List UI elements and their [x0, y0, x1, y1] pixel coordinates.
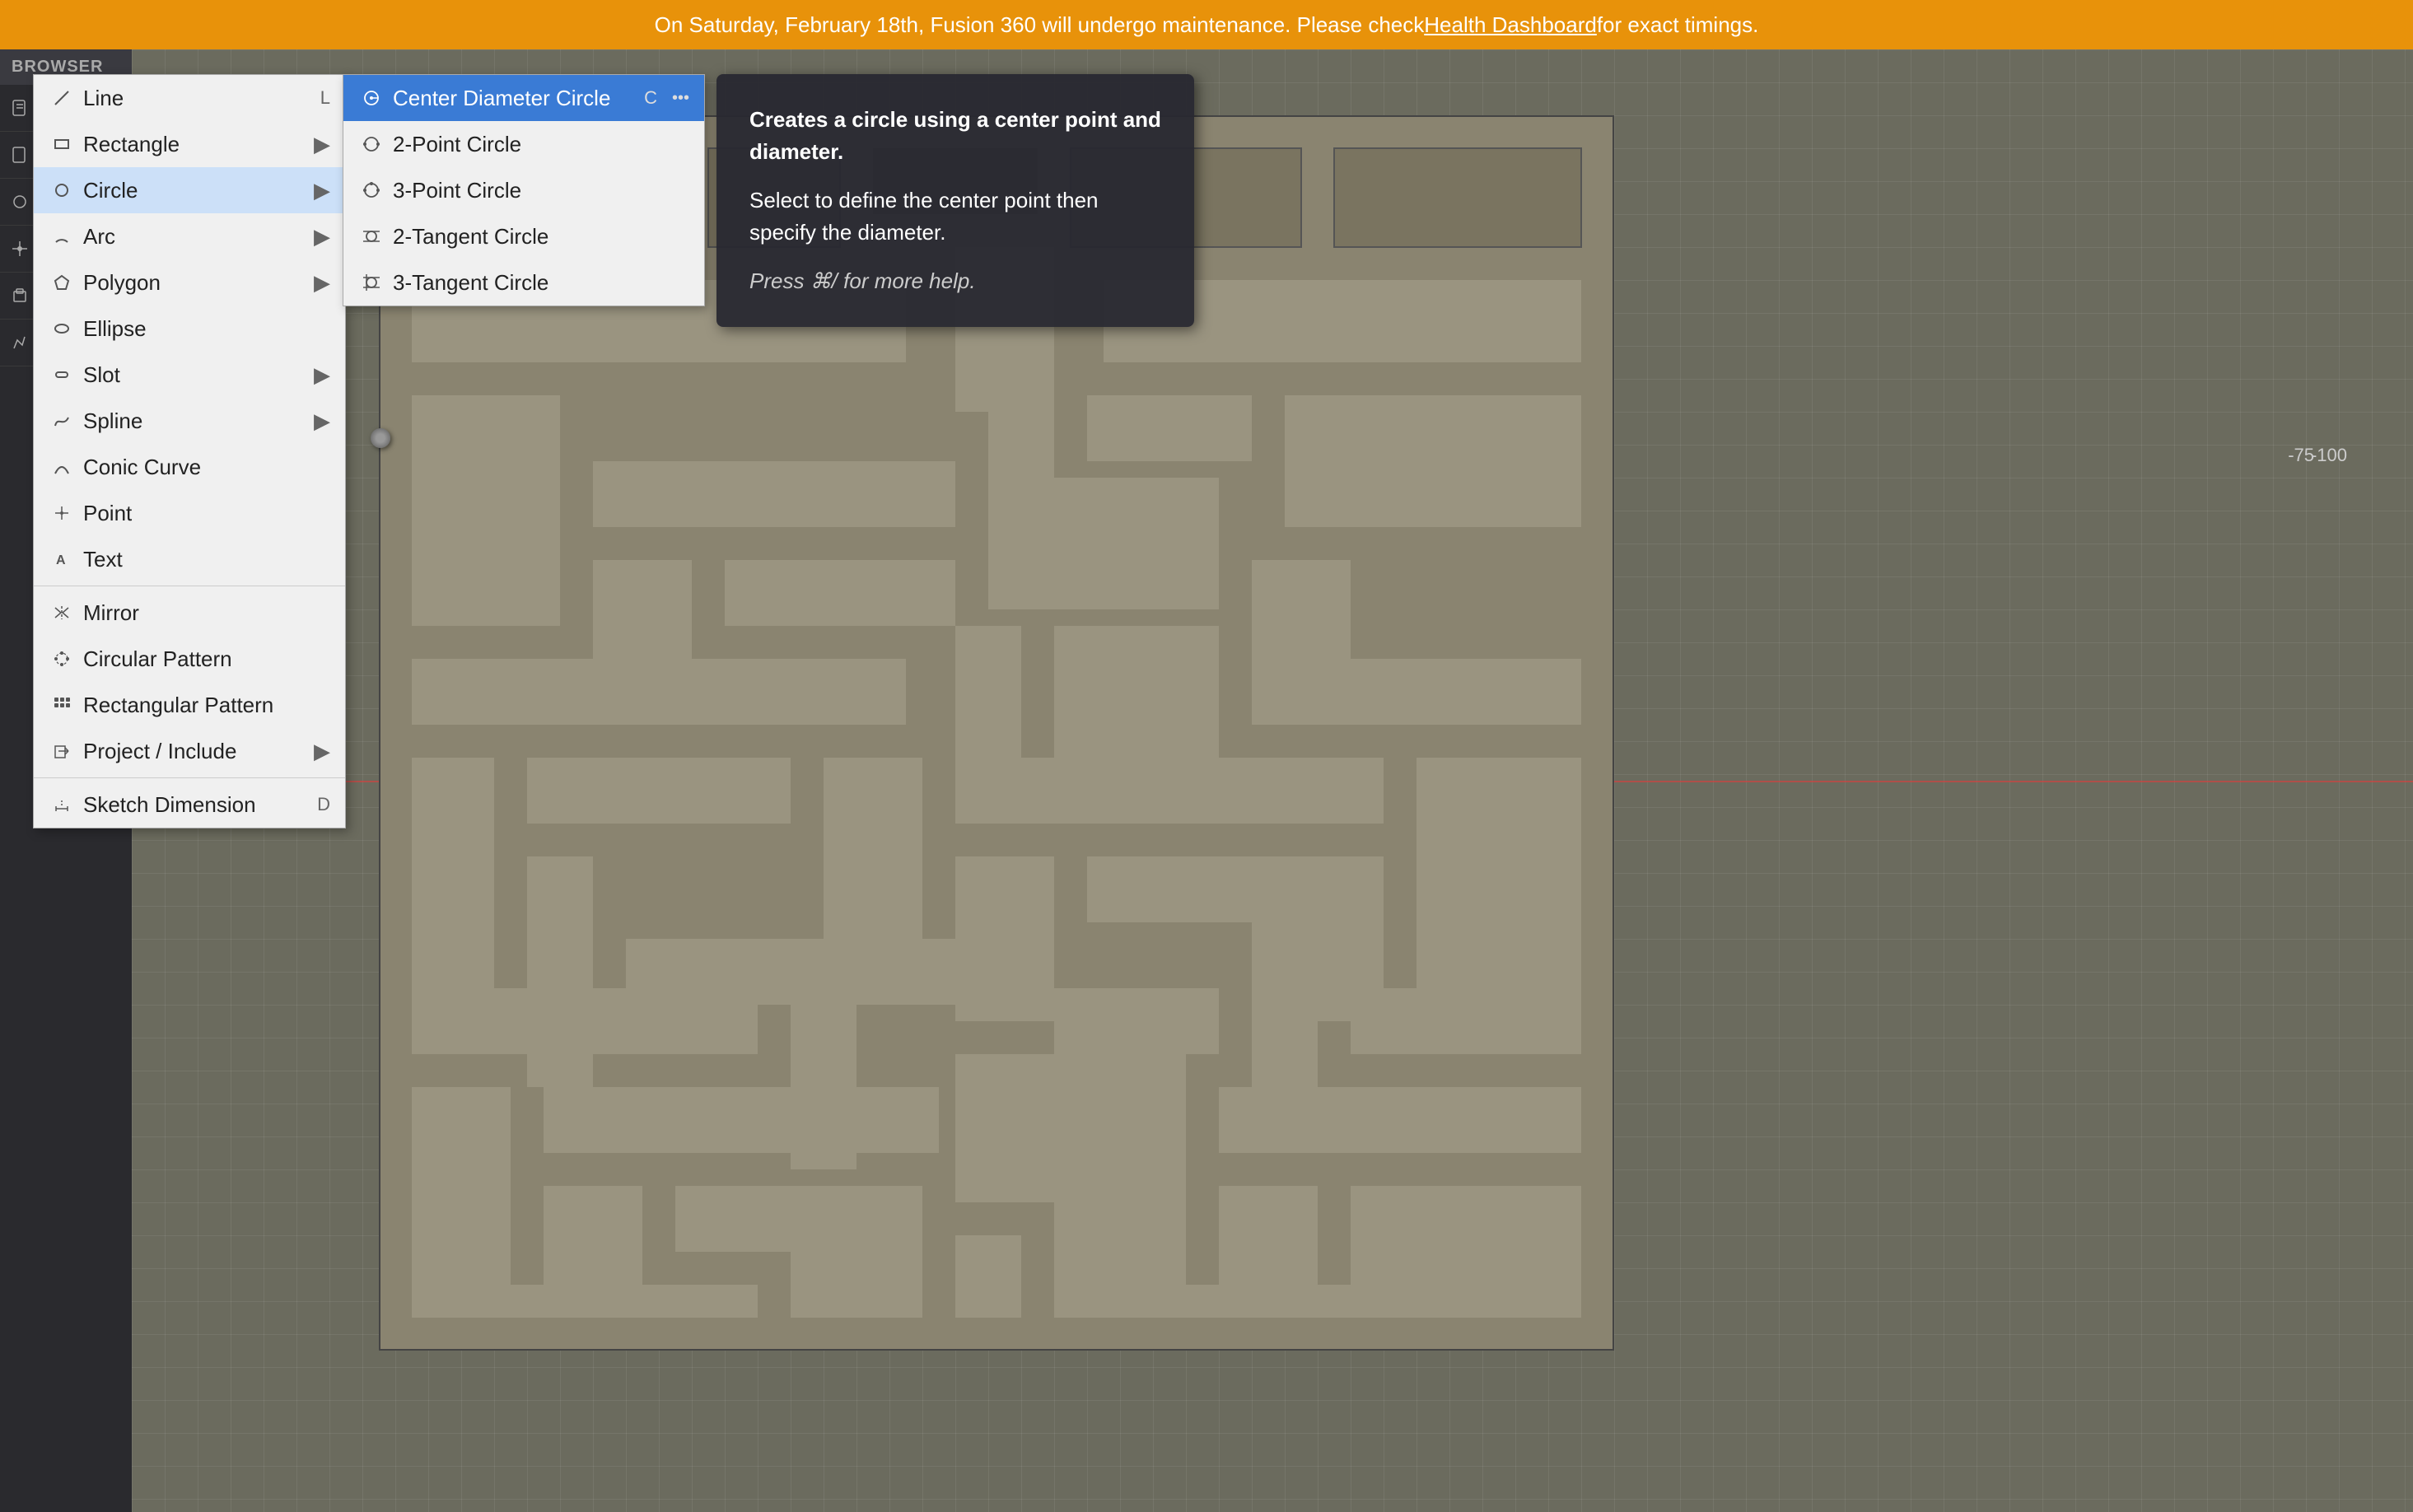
- menu-item-ellipse[interactable]: Ellipse: [34, 306, 345, 352]
- two-point-circle-icon: [358, 131, 385, 157]
- menu-label-mirror: Mirror: [83, 600, 139, 626]
- ellipse-icon: [49, 315, 75, 342]
- menu-label-spline: Spline: [83, 408, 142, 434]
- submenu-item-3point[interactable]: 3-Point Circle: [343, 167, 704, 213]
- arc-arrow-icon: ▶: [314, 224, 330, 250]
- submenu-label-2tangent: 2-Tangent Circle: [393, 224, 548, 250]
- submenu-item-2tangent[interactable]: 2-Tangent Circle: [343, 213, 704, 259]
- sketches-icon: [8, 331, 31, 354]
- menu-label-slot: Slot: [83, 362, 120, 388]
- menu-shortcut-dimension: D: [317, 794, 330, 815]
- menu-item-circular-pattern[interactable]: Circular Pattern: [34, 636, 345, 682]
- polygon-icon: [49, 269, 75, 296]
- menu-item-text[interactable]: A Text: [34, 536, 345, 582]
- two-tangent-circle-icon: [358, 223, 385, 250]
- menu-item-spline[interactable]: Spline ▶: [34, 398, 345, 444]
- menu-item-conic-curve[interactable]: Conic Curve: [34, 444, 345, 490]
- svg-text:A: A: [56, 553, 66, 567]
- submenu-item-3tangent[interactable]: 3-Tangent Circle: [343, 259, 704, 306]
- point-icon: [49, 500, 75, 526]
- text-icon: A: [49, 546, 75, 572]
- arc-icon: [49, 223, 75, 250]
- menu-item-circle[interactable]: Circle ▶: [34, 167, 345, 213]
- submenu-label-3tangent: 3-Tangent Circle: [393, 270, 548, 296]
- menu-item-point[interactable]: Point: [34, 490, 345, 536]
- menu-item-polygon[interactable]: Polygon ▶: [34, 259, 345, 306]
- notification-bar: On Saturday, February 18th, Fusion 360 w…: [0, 0, 2413, 49]
- menu-label-rectangle: Rectangle: [83, 132, 180, 157]
- health-dashboard-link[interactable]: Health Dashboard: [1424, 12, 1597, 38]
- context-menu: Line L Rectangle ▶ Circle ▶ Arc ▶ Polygo…: [33, 74, 346, 828]
- polygon-arrow-icon: ▶: [314, 270, 330, 296]
- submenu-item-2point[interactable]: 2-Point Circle: [343, 121, 704, 167]
- submenu-label-3point: 3-Point Circle: [393, 178, 521, 203]
- menu-label-point: Point: [83, 501, 132, 526]
- menu-item-arc[interactable]: Arc ▶: [34, 213, 345, 259]
- menu-label-sketch-dimension: Sketch Dimension: [83, 792, 256, 818]
- dimension-icon: [49, 791, 75, 818]
- center-diameter-icon: [358, 85, 385, 111]
- submenu-shortcut-center-diameter: C: [644, 87, 657, 109]
- named-icon: [8, 190, 31, 213]
- menu-label-rectangular-pattern: Rectangular Pattern: [83, 693, 273, 718]
- file-icon: [8, 96, 31, 119]
- document-icon: [8, 143, 31, 166]
- bodies-icon: [8, 284, 31, 307]
- menu-label-polygon: Polygon: [83, 270, 161, 296]
- cursor-dot: [371, 428, 390, 448]
- tooltip-title: Creates a circle using a center point an…: [749, 104, 1161, 168]
- mirror-icon: [49, 600, 75, 626]
- tooltip-shortcut: Press ⌘/ for more help.: [749, 265, 1161, 297]
- tooltip-box: Creates a circle using a center point an…: [716, 74, 1194, 327]
- origin-icon: [8, 237, 31, 260]
- menu-label-line: Line: [83, 86, 124, 111]
- submenu-item-center-diameter[interactable]: Center Diameter Circle C •••: [343, 75, 704, 121]
- menu-label-conic-curve: Conic Curve: [83, 455, 201, 480]
- circle-arrow-icon: ▶: [314, 178, 330, 203]
- menu-item-project-include[interactable]: Project / Include ▶: [34, 728, 345, 774]
- circle-submenu: Center Diameter Circle C ••• 2-Point Cir…: [343, 74, 705, 306]
- line-icon: [49, 85, 75, 111]
- tooltip-body: Select to define the center point then s…: [749, 184, 1161, 249]
- ruler-mark-100: -100: [2311, 445, 2347, 466]
- project-icon: [49, 738, 75, 764]
- conic-curve-icon: [49, 454, 75, 480]
- menu-shortcut-line: L: [320, 87, 330, 109]
- menu-label-circle: Circle: [83, 178, 138, 203]
- submenu-label-center-diameter: Center Diameter Circle: [393, 86, 610, 111]
- slot-icon: [49, 362, 75, 388]
- menu-item-rectangle[interactable]: Rectangle ▶: [34, 121, 345, 167]
- menu-item-sketch-dimension[interactable]: Sketch Dimension D: [34, 782, 345, 828]
- options-dots-icon[interactable]: •••: [672, 89, 689, 108]
- menu-label-ellipse: Ellipse: [83, 316, 147, 342]
- menu-item-slot[interactable]: Slot ▶: [34, 352, 345, 398]
- three-point-circle-icon: [358, 177, 385, 203]
- circle-icon: [49, 177, 75, 203]
- three-tangent-circle-icon: [358, 269, 385, 296]
- menu-label-text: Text: [83, 547, 123, 572]
- menu-label-circular-pattern: Circular Pattern: [83, 646, 232, 672]
- rectangle-arrow-icon: ▶: [314, 132, 330, 157]
- slot-arrow-icon: ▶: [314, 362, 330, 388]
- submenu-label-2point: 2-Point Circle: [393, 132, 521, 157]
- menu-item-rectangular-pattern[interactable]: Rectangular Pattern: [34, 682, 345, 728]
- menu-label-arc: Arc: [83, 224, 115, 250]
- circular-pattern-icon: [49, 646, 75, 672]
- rect-pattern-icon: [49, 692, 75, 718]
- spline-icon: [49, 408, 75, 434]
- spline-arrow-icon: ▶: [314, 408, 330, 434]
- menu-divider-2: [34, 777, 345, 778]
- menu-label-project-include: Project / Include: [83, 739, 236, 764]
- project-arrow-icon: ▶: [314, 739, 330, 764]
- menu-item-line[interactable]: Line L: [34, 75, 345, 121]
- menu-item-mirror[interactable]: Mirror: [34, 590, 345, 636]
- notification-text-after: for exact timings.: [1597, 12, 1759, 38]
- notification-text: On Saturday, February 18th, Fusion 360 w…: [655, 12, 1425, 38]
- rectangle-icon: [49, 131, 75, 157]
